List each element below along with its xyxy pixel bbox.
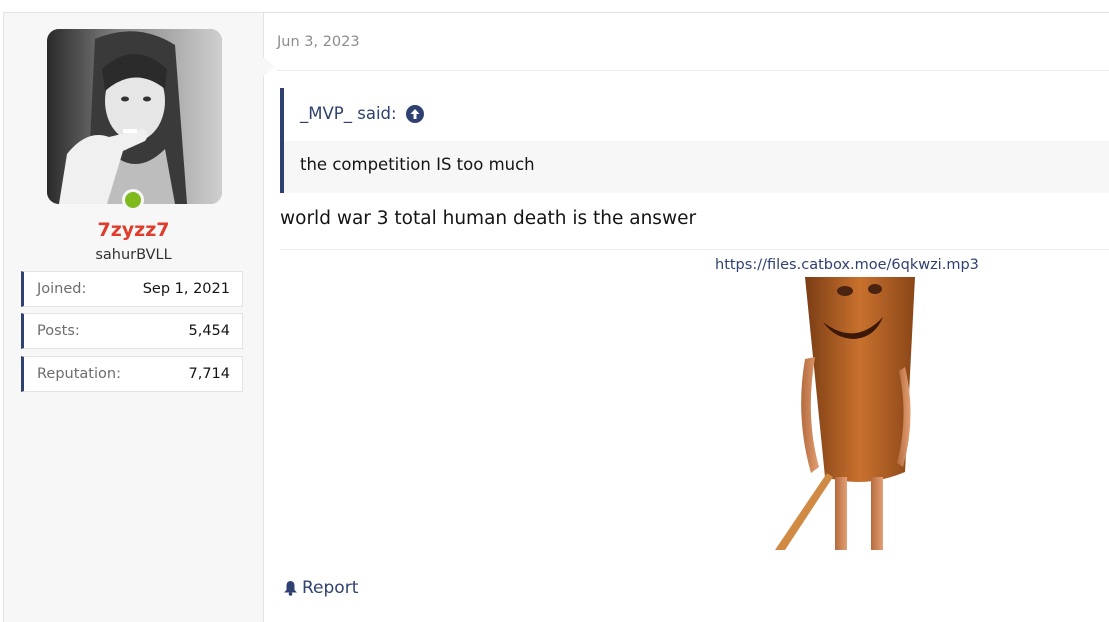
bell-icon	[284, 581, 297, 596]
user-title: sahurBVLL	[95, 247, 172, 263]
stat-reputation: Reputation: 7,714	[21, 356, 243, 392]
quote-text: the competition IS too much	[300, 155, 535, 174]
stat-value: 7,714	[188, 366, 230, 382]
report-label: Report	[302, 578, 359, 598]
avatar[interactable]	[47, 29, 222, 204]
stat-joined: Joined: Sep 1, 2021	[21, 271, 243, 307]
post-message: world war 3 total human death is the ans…	[280, 208, 697, 229]
quote-block: _MVP_ said: the competition IS too much	[280, 88, 1109, 193]
quote-header: _MVP_ said:	[300, 104, 424, 123]
stat-value: 5,454	[188, 323, 230, 339]
user-info-panel: 7zyzz7 sahurBVLL Joined: Sep 1, 2021 Pos…	[4, 13, 275, 622]
divider	[280, 249, 1109, 250]
quote-author[interactable]: _MVP_	[300, 104, 352, 123]
online-status-indicator	[122, 189, 144, 211]
divider	[277, 70, 1109, 71]
panel-arrow	[263, 57, 275, 77]
arrow-circle-up-icon[interactable]	[405, 104, 424, 123]
avatar-image	[47, 29, 222, 204]
stat-posts: Posts: 5,454	[21, 313, 243, 349]
stat-label: Posts:	[37, 323, 80, 339]
post-date[interactable]: Jun 3, 2023	[277, 34, 360, 50]
stat-value: Sep 1, 2021	[142, 281, 230, 297]
quote-content: the competition IS too much	[284, 141, 1109, 193]
quote-said-label: said:	[357, 104, 397, 123]
username-link[interactable]: 7zyzz7	[4, 219, 263, 241]
media-link[interactable]: https://files.catbox.moe/6qkwzi.mp3	[715, 257, 979, 273]
embedded-image[interactable]	[775, 277, 921, 550]
stat-label: Reputation:	[37, 366, 121, 382]
stat-label: Joined:	[37, 281, 87, 297]
report-button[interactable]: Report	[283, 578, 358, 598]
